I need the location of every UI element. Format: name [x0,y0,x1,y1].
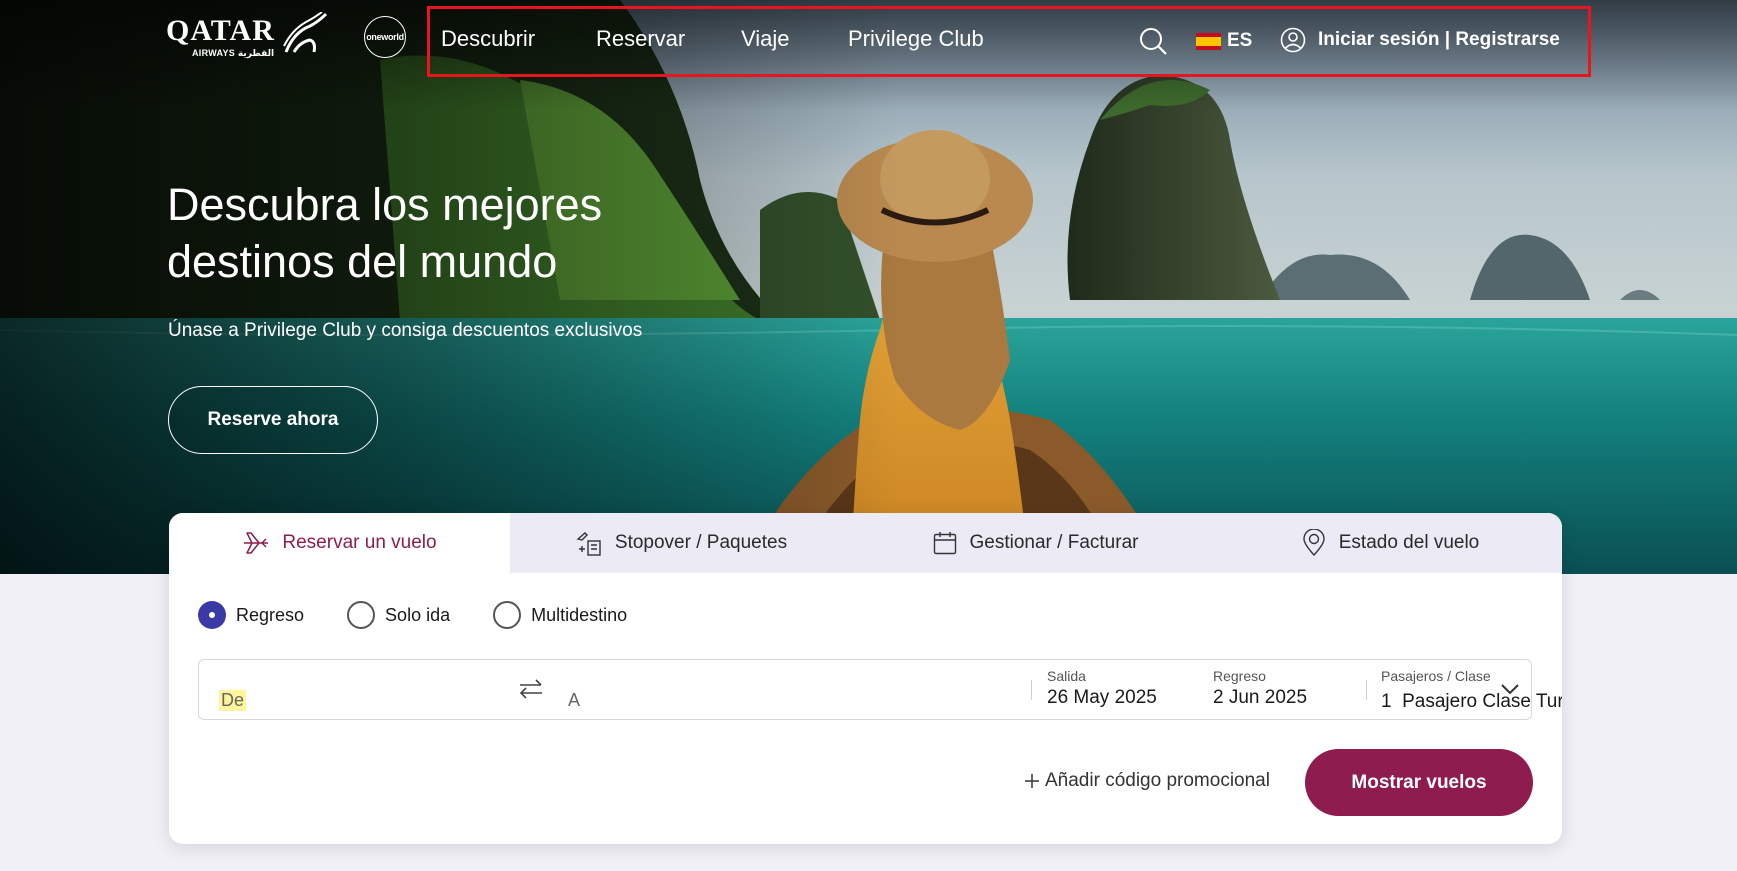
trip-type-one-way[interactable]: Solo ida [347,601,450,629]
passengers-class-label: Pasajeros / Clase [1381,668,1491,684]
return-date[interactable]: 2 Jun 2025 [1213,687,1307,709]
passengers-class-value[interactable]: 1 Pasajero Clase Turista [1381,691,1562,713]
radio-label: Regreso [236,604,305,625]
logo-wordmark: QATAR [166,14,275,47]
oneworld-logo[interactable]: oneworld [364,16,406,58]
spain-flag-icon [1196,32,1221,50]
promo-label: Añadir código promocional [1045,770,1270,791]
hero-title: Descubra los mejores destinos del mundo [167,179,603,287]
chevron-down-icon[interactable] [1499,678,1521,700]
tab-label: Stopover / Paquetes [614,532,788,553]
oryx-icon [283,12,328,53]
login-label: Iniciar sesión | Registrarse [1318,29,1560,50]
location-pin-icon [1303,529,1325,557]
radio-button[interactable] [347,601,376,629]
tab-label: Estado del vuelo [1338,532,1480,553]
departure-label: Salida [1047,668,1086,684]
nav-trip[interactable]: Viaje [741,26,790,52]
add-promo-code-link[interactable]: Añadir código promocional [1023,770,1270,792]
tab-label: Gestionar / Facturar [969,532,1139,553]
return-label: Regreso [1213,668,1266,684]
flight-search-fields: De A Salida 26 May 2025 Regreso 2 Jun 20… [198,659,1562,720]
radio-button[interactable] [198,601,226,629]
nav-discover[interactable]: Descubrir [441,26,535,52]
trip-type-selector: Regreso Solo ida Multidestino [198,601,670,629]
tab-manage-checkin[interactable]: Gestionar / Facturar [852,513,1218,573]
field-divider [1031,680,1032,700]
tab-book-flight[interactable]: Reservar un vuelo [169,513,510,573]
radio-label: Solo ida [385,604,451,625]
airplane-icon [244,532,269,554]
departure-date[interactable]: 26 May 2025 [1047,687,1157,709]
tab-label: Reservar un vuelo [282,532,437,553]
stopover-icon [576,532,601,556]
qatar-airways-logo[interactable]: QATAR AIRWAYS القطرية [166,12,328,60]
origin-input[interactable]: De [219,690,247,711]
show-flights-button[interactable]: Mostrar vuelos [1305,749,1533,816]
tab-flight-status[interactable]: Estado del vuelo [1218,513,1562,573]
language-code: ES [1227,30,1253,51]
nav-privilege-club[interactable]: Privilege Club [848,26,984,52]
book-now-button[interactable]: Reserve ahora [168,386,378,454]
booking-widget: Reservar un vuelo Stopover / Paquetes Ge… [169,513,1562,844]
logo-subtext: AIRWAYS القطرية [192,48,275,58]
destination-input[interactable]: A [568,690,580,711]
language-selector[interactable]: ES [1196,30,1252,52]
nav-book[interactable]: Reservar [596,26,685,52]
booking-tabs: Reservar un vuelo Stopover / Paquetes Ge… [169,513,1562,573]
calendar-icon [933,532,956,555]
trip-type-return[interactable]: Regreso [198,601,304,629]
login-register-link[interactable]: Iniciar sesión | Registrarse [1280,27,1560,53]
plus-icon [1025,774,1039,788]
hero-subtitle: Únase a Privilege Club y consiga descuen… [168,320,643,341]
field-divider [1366,680,1367,700]
radio-button[interactable] [493,601,522,629]
swap-arrows-icon[interactable] [517,676,545,702]
search-icon[interactable] [1138,26,1168,56]
trip-type-multi-city[interactable]: Multidestino [493,601,627,629]
radio-label: Multidestino [531,604,628,625]
user-icon [1280,27,1306,53]
tab-stopover-packages[interactable]: Stopover / Paquetes [510,513,852,573]
